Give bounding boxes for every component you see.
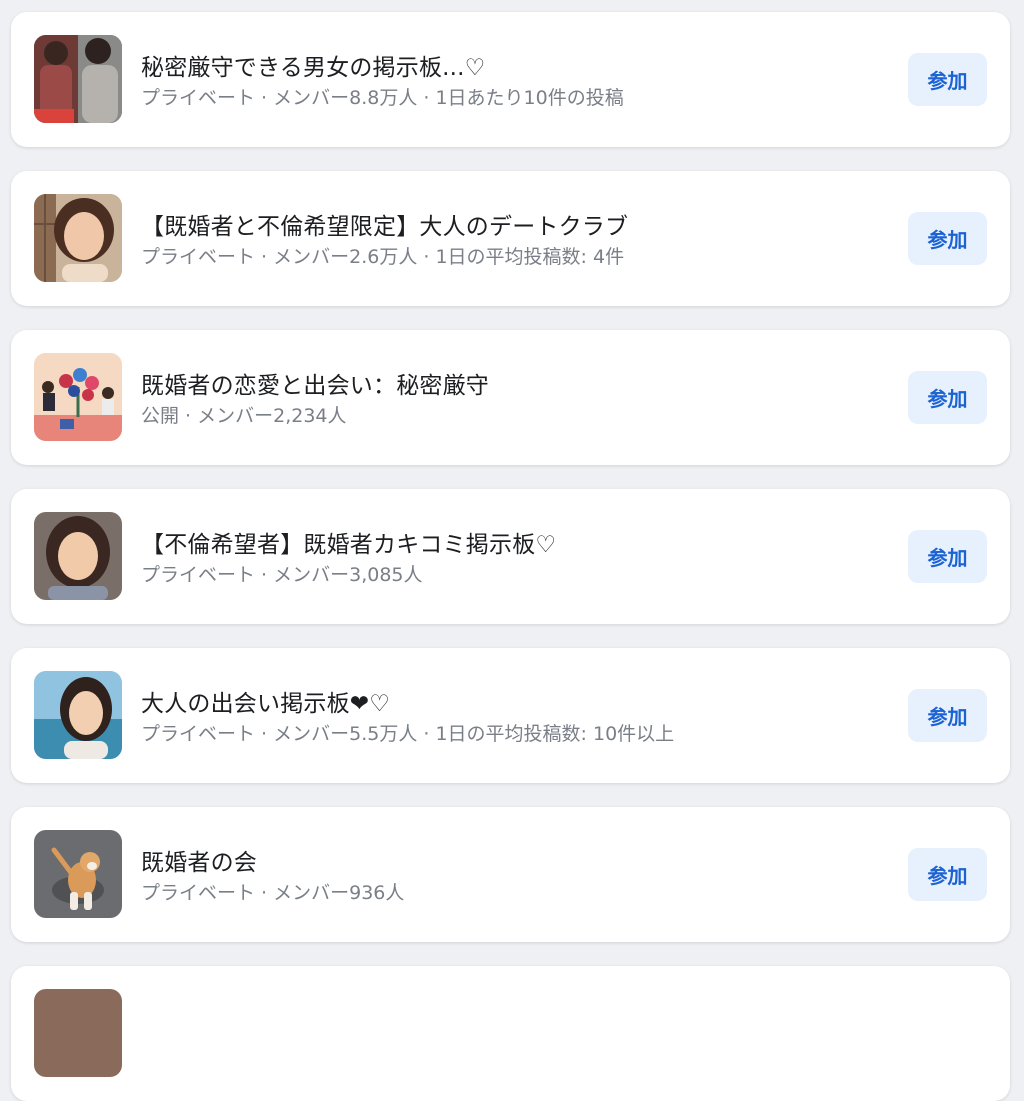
group-thumbnail[interactable] — [34, 194, 122, 282]
group-photo-icon — [34, 830, 122, 918]
join-button[interactable]: 参加 — [908, 53, 987, 106]
group-title[interactable]: 【既婚者と不倫希望限定】大人のデートクラブ — [141, 207, 628, 241]
group-meta: プライベート · メンバー2.6万人 · 1日の平均投稿数: 4件 — [141, 246, 625, 268]
group-meta: プライベート · メンバー5.5万人 · 1日の平均投稿数: 10件以上 — [141, 723, 675, 745]
group-card[interactable]: 秘密厳守できる男女の掲示板...♡ プライベート · メンバー8.8万人 · 1… — [11, 12, 1010, 147]
group-card[interactable]: 既婚者の会 プライベート · メンバー936人 参加 — [11, 807, 1010, 942]
group-card-partial[interactable] — [11, 966, 1010, 1101]
group-thumbnail[interactable] — [34, 989, 122, 1077]
group-thumbnail[interactable] — [34, 830, 122, 918]
join-button[interactable]: 参加 — [908, 689, 987, 742]
group-photo-icon — [34, 671, 122, 759]
group-thumbnail[interactable] — [34, 512, 122, 600]
group-title[interactable]: 既婚者の会 — [141, 843, 257, 877]
group-card[interactable]: 既婚者の恋愛と出会い：秘密厳守 公開 · メンバー2,234人 参加 — [11, 330, 1010, 465]
group-thumbnail[interactable] — [34, 35, 122, 123]
group-meta: プライベート · メンバー936人 — [141, 882, 405, 904]
join-button[interactable]: 参加 — [908, 848, 987, 901]
join-button[interactable]: 参加 — [908, 212, 987, 265]
join-button[interactable]: 参加 — [908, 530, 987, 583]
group-card[interactable]: 【不倫希望者】既婚者カキコミ掲示板♡ プライベート · メンバー3,085人 参… — [11, 489, 1010, 624]
group-thumbnail[interactable] — [34, 353, 122, 441]
group-suggestion-list: 秘密厳守できる男女の掲示板...♡ プライベート · メンバー8.8万人 · 1… — [0, 0, 1024, 1101]
group-meta: プライベート · メンバー3,085人 — [141, 564, 423, 586]
group-photo-icon — [34, 194, 122, 282]
group-meta: プライベート · メンバー8.8万人 · 1日あたり10件の投稿 — [141, 87, 624, 109]
join-button[interactable]: 参加 — [908, 371, 987, 424]
group-title[interactable]: 既婚者の恋愛と出会い：秘密厳守 — [141, 366, 489, 400]
group-illustration-icon — [34, 353, 122, 441]
group-title[interactable]: 大人の出会い掲示板❤︎♡ — [141, 684, 390, 718]
group-photo-icon — [34, 35, 122, 123]
group-photo-icon — [34, 512, 122, 600]
group-title[interactable]: 秘密厳守できる男女の掲示板...♡ — [141, 48, 486, 82]
group-meta: 公開 · メンバー2,234人 — [141, 405, 347, 427]
group-title[interactable]: 【不倫希望者】既婚者カキコミ掲示板♡ — [141, 525, 556, 559]
group-card[interactable]: 【既婚者と不倫希望限定】大人のデートクラブ プライベート · メンバー2.6万人… — [11, 171, 1010, 306]
group-thumbnail[interactable] — [34, 671, 122, 759]
group-card[interactable]: 大人の出会い掲示板❤︎♡ プライベート · メンバー5.5万人 · 1日の平均投… — [11, 648, 1010, 783]
